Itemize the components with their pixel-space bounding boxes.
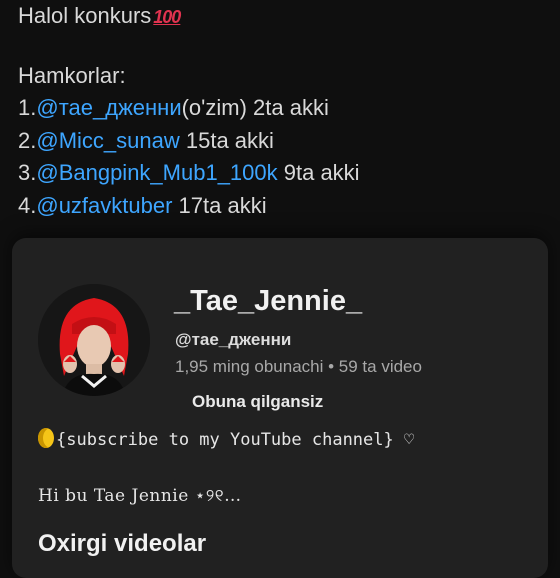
hundred-points-icon: 100 <box>153 7 181 27</box>
mention-link[interactable]: @Micc_sunaw <box>36 128 179 153</box>
channel-preview-sheet: _Tae_Jennie_ @тае_дженни 1,95 ming obuna… <box>12 238 548 578</box>
avatar[interactable] <box>38 284 150 396</box>
channel-description-line2[interactable]: Hi bu Tae Jennie ⋆୨୧… <box>38 486 242 506</box>
channel-stats: 1,95 ming obunachi • 59 ta video <box>175 357 422 376</box>
list-item: 3.@Bangpink_Mub1_100k 9ta akki <box>18 160 360 185</box>
avatar-image <box>38 284 150 396</box>
subscribed-button[interactable]: Obuna qilgansiz <box>182 388 333 416</box>
channel-handle: @тае_дженни <box>175 330 292 349</box>
channel-description-line1: {subscribe to my YouTube channel} ♡ <box>38 428 414 450</box>
latest-videos-title: Oxirgi videolar <box>38 530 207 557</box>
list-item: 1.@тае_дженни(o'zim) 2ta akki <box>18 95 329 120</box>
channel-name[interactable]: _Tae_Jennie_ <box>174 285 362 318</box>
post-title: Halol konkurs <box>18 3 152 28</box>
post-text: Halol konkurs 100 Hamkorlar: 1.@тае_дженн… <box>18 0 550 222</box>
moon-icon <box>38 428 54 448</box>
mention-link[interactable]: @тае_дженни <box>36 95 181 120</box>
partners-label: Hamkorlar: <box>18 62 126 88</box>
post-title-line: Halol konkurs 100 <box>18 0 550 33</box>
mention-link[interactable]: @uzfavktuber <box>36 193 172 218</box>
list-item: 4.@uzfavktuber 17ta akki <box>18 192 267 218</box>
list-item: 2.@Micc_sunaw 15ta akki <box>18 127 274 153</box>
mention-link[interactable]: @Bangpink_Mub1_100k <box>36 160 277 185</box>
